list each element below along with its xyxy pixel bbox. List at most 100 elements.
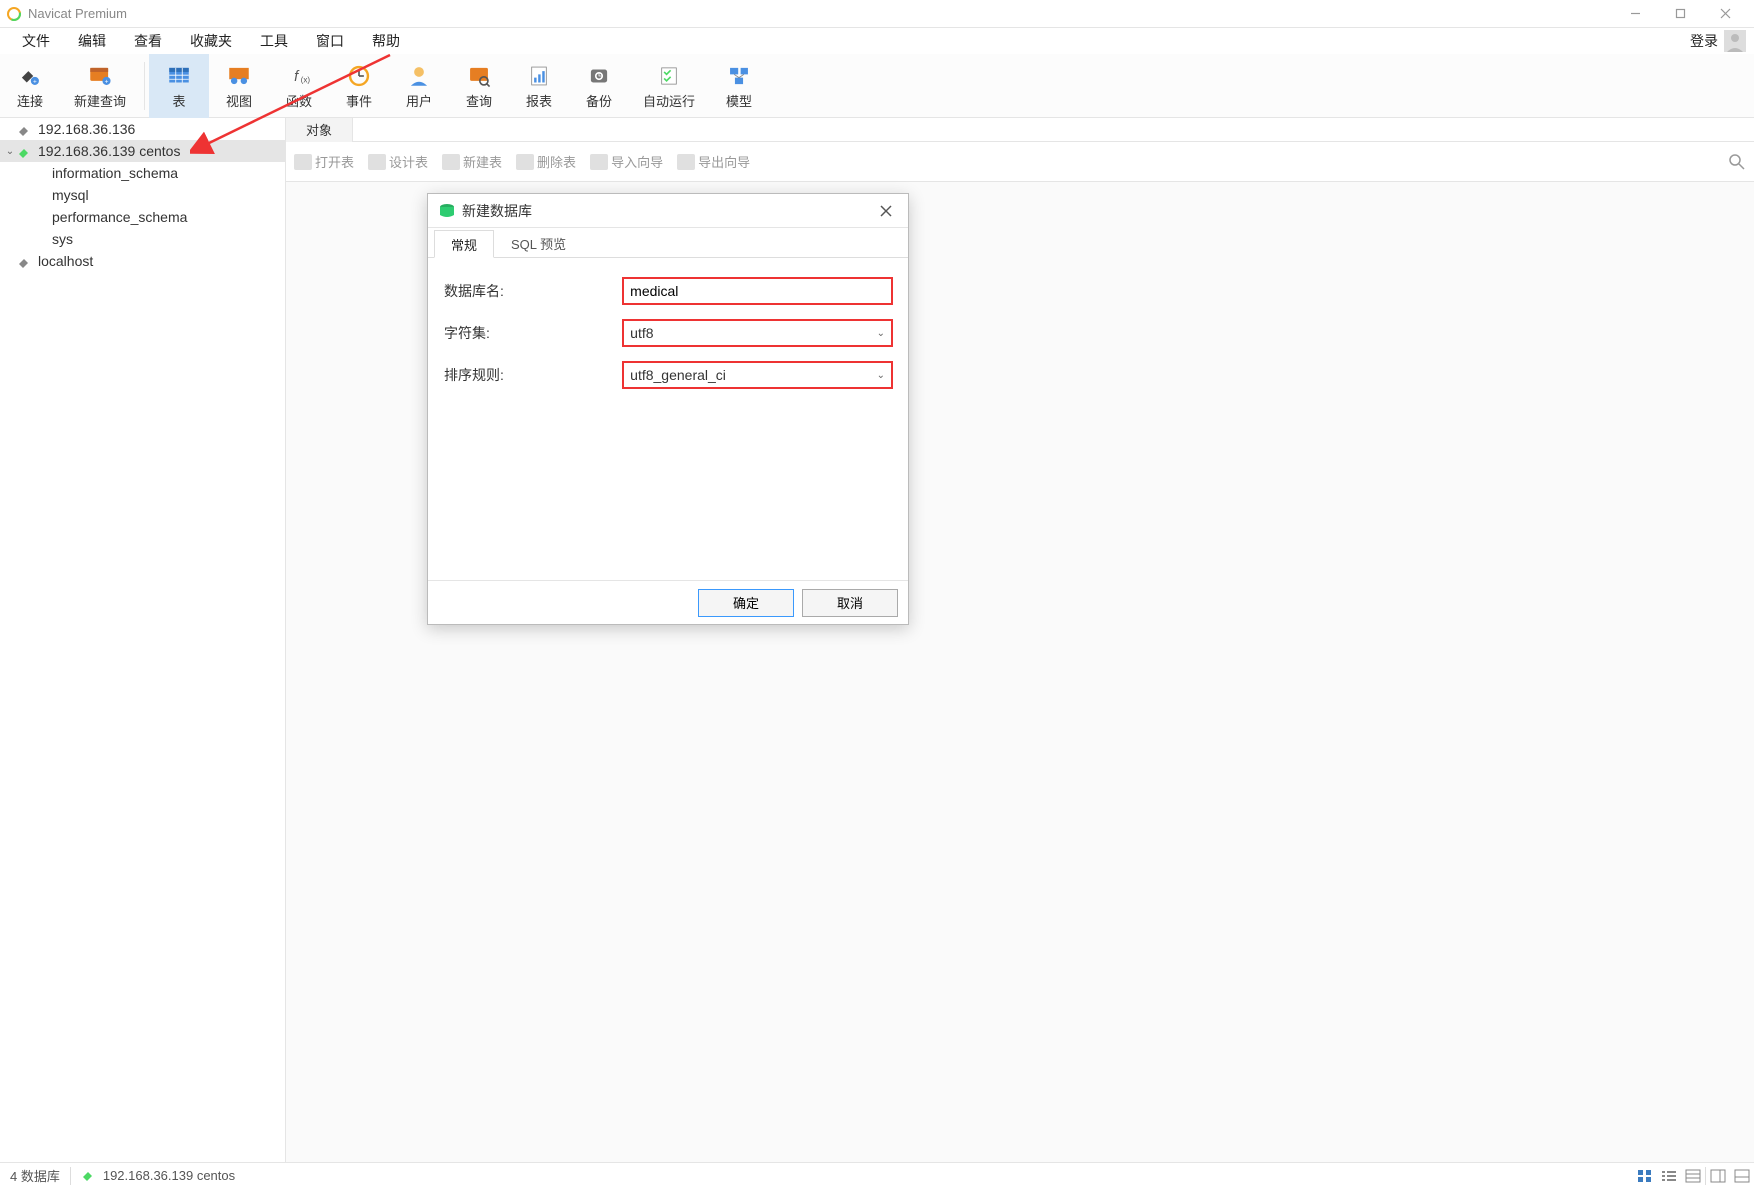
view-detail-icon[interactable] xyxy=(1681,1166,1705,1186)
collapse-icon[interactable]: ⌄ xyxy=(4,146,16,157)
connection-node[interactable]: 192.168.36.136 xyxy=(0,118,285,140)
svg-text:+: + xyxy=(105,78,109,85)
database-node[interactable]: mysql xyxy=(0,184,285,206)
view-icon xyxy=(223,61,255,91)
database-icon xyxy=(30,232,48,246)
menu-file[interactable]: 文件 xyxy=(8,28,64,54)
toolbar-backup-label: 备份 xyxy=(586,91,612,110)
toolbar-table[interactable]: 表 xyxy=(149,54,209,118)
close-button[interactable] xyxy=(1703,0,1748,28)
menu-window[interactable]: 窗口 xyxy=(302,28,358,54)
toolbar-event-label: 事件 xyxy=(346,91,372,110)
design-table-button[interactable]: 设计表 xyxy=(368,152,428,171)
svg-text:f: f xyxy=(294,69,300,85)
toolbar-function-label: 函数 xyxy=(286,91,312,110)
connection-active-icon xyxy=(16,143,34,159)
view-list-icon[interactable] xyxy=(1657,1166,1681,1186)
panel-toggle-icon[interactable] xyxy=(1706,1166,1730,1186)
menu-help[interactable]: 帮助 xyxy=(358,28,414,54)
toolbar-autorun[interactable]: 自动运行 xyxy=(629,54,709,118)
svg-text:(x): (x) xyxy=(301,76,311,85)
menu-bar: 文件 编辑 查看 收藏夹 工具 窗口 帮助 登录 xyxy=(0,28,1754,54)
toolbar-connection[interactable]: + 连接 xyxy=(0,54,60,118)
collation-combo[interactable]: utf8_general_ci ⌄ xyxy=(623,362,892,388)
connection-icon xyxy=(16,121,34,137)
connection-active-icon xyxy=(81,1167,97,1184)
tab-objects[interactable]: 对象 xyxy=(286,118,353,142)
app-title: Navicat Premium xyxy=(28,6,127,21)
toolbar-user[interactable]: 用户 xyxy=(389,54,449,118)
database-icon xyxy=(30,210,48,224)
new-table-button[interactable]: 新建表 xyxy=(442,152,502,171)
cancel-button[interactable]: 取消 xyxy=(802,589,898,617)
table-icon xyxy=(163,61,195,91)
ok-button[interactable]: 确定 xyxy=(698,589,794,617)
event-icon xyxy=(343,61,375,91)
new-database-dialog: 新建数据库 常规 SQL 预览 数据库名: 字符集: utf8 ⌄ 排序规则: … xyxy=(427,193,909,625)
toolbar-event[interactable]: 事件 xyxy=(329,54,389,118)
toolbar-report[interactable]: 报表 xyxy=(509,54,569,118)
database-label: information_schema xyxy=(52,165,178,181)
database-node[interactable]: performance_schema xyxy=(0,206,285,228)
open-table-button[interactable]: 打开表 xyxy=(294,152,354,171)
status-connection: 192.168.36.139 centos xyxy=(71,1163,245,1189)
status-db-count: 4 数据库 xyxy=(0,1163,70,1189)
connection-label: localhost xyxy=(38,253,93,269)
toolbar-report-label: 报表 xyxy=(526,91,552,110)
delete-table-button[interactable]: 删除表 xyxy=(516,152,576,171)
avatar-icon[interactable] xyxy=(1724,30,1746,52)
delete-table-icon xyxy=(516,154,534,170)
dialog-tab-sql-preview[interactable]: SQL 预览 xyxy=(494,229,583,257)
database-label: performance_schema xyxy=(52,209,187,225)
dialog-body: 数据库名: 字符集: utf8 ⌄ 排序规则: utf8_general_ci … xyxy=(428,258,908,580)
import-icon xyxy=(590,154,608,170)
design-table-icon xyxy=(368,154,386,170)
toolbar-backup[interactable]: 备份 xyxy=(569,54,629,118)
connection-node-active[interactable]: ⌄ 192.168.36.139 centos xyxy=(0,140,285,162)
toolbar-function[interactable]: f(x) 函数 xyxy=(269,54,329,118)
toolbar-new-query[interactable]: + 新建查询 xyxy=(60,54,140,118)
toolbar-table-label: 表 xyxy=(173,91,186,110)
toolbar-query-label: 查询 xyxy=(466,91,492,110)
toolbar-view[interactable]: 视图 xyxy=(209,54,269,118)
menu-view[interactable]: 查看 xyxy=(120,28,176,54)
charset-combo[interactable]: utf8 ⌄ xyxy=(623,320,892,346)
dialog-tab-general[interactable]: 常规 xyxy=(434,230,494,258)
toolbar-query[interactable]: 查询 xyxy=(449,54,509,118)
import-wizard-button[interactable]: 导入向导 xyxy=(590,152,663,171)
menu-edit[interactable]: 编辑 xyxy=(64,28,120,54)
database-node[interactable]: sys xyxy=(0,228,285,250)
dialog-close-button[interactable] xyxy=(874,199,898,223)
title-bar: Navicat Premium xyxy=(0,0,1754,28)
function-icon: f(x) xyxy=(283,61,315,91)
export-wizard-button[interactable]: 导出向导 xyxy=(677,152,750,171)
database-label: sys xyxy=(52,231,73,247)
connection-node[interactable]: localhost xyxy=(0,250,285,272)
new-query-icon: + xyxy=(84,61,116,91)
login-link[interactable]: 登录 xyxy=(1684,31,1724,51)
toolbar-model[interactable]: 模型 xyxy=(709,54,769,118)
maximize-button[interactable] xyxy=(1658,0,1703,28)
minimize-button[interactable] xyxy=(1613,0,1658,28)
chevron-down-icon: ⌄ xyxy=(877,328,885,339)
object-toolbar: 打开表 设计表 新建表 删除表 导入向导 导出向导 xyxy=(286,142,1754,182)
backup-icon xyxy=(583,61,615,91)
open-table-icon xyxy=(294,154,312,170)
connection-label: 192.168.36.139 centos xyxy=(38,143,180,159)
view-grid-icon[interactable] xyxy=(1633,1166,1657,1186)
dbname-label: 数据库名: xyxy=(444,281,623,301)
database-icon xyxy=(30,166,48,180)
toolbar-connection-label: 连接 xyxy=(17,91,43,110)
connection-icon xyxy=(16,253,34,269)
app-logo-icon xyxy=(6,6,22,22)
new-table-icon xyxy=(442,154,460,170)
panel-toggle2-icon[interactable] xyxy=(1730,1166,1754,1186)
charset-value: utf8 xyxy=(630,325,653,341)
menu-favorites[interactable]: 收藏夹 xyxy=(176,28,246,54)
svg-text:+: + xyxy=(33,78,37,85)
dbname-input[interactable] xyxy=(623,278,892,304)
database-node[interactable]: information_schema xyxy=(0,162,285,184)
search-icon[interactable] xyxy=(1728,153,1746,171)
menu-tools[interactable]: 工具 xyxy=(246,28,302,54)
toolbar: + 连接 + 新建查询 表 视图 f(x) 函数 事件 用户 查询 报表 备份 … xyxy=(0,54,1754,118)
